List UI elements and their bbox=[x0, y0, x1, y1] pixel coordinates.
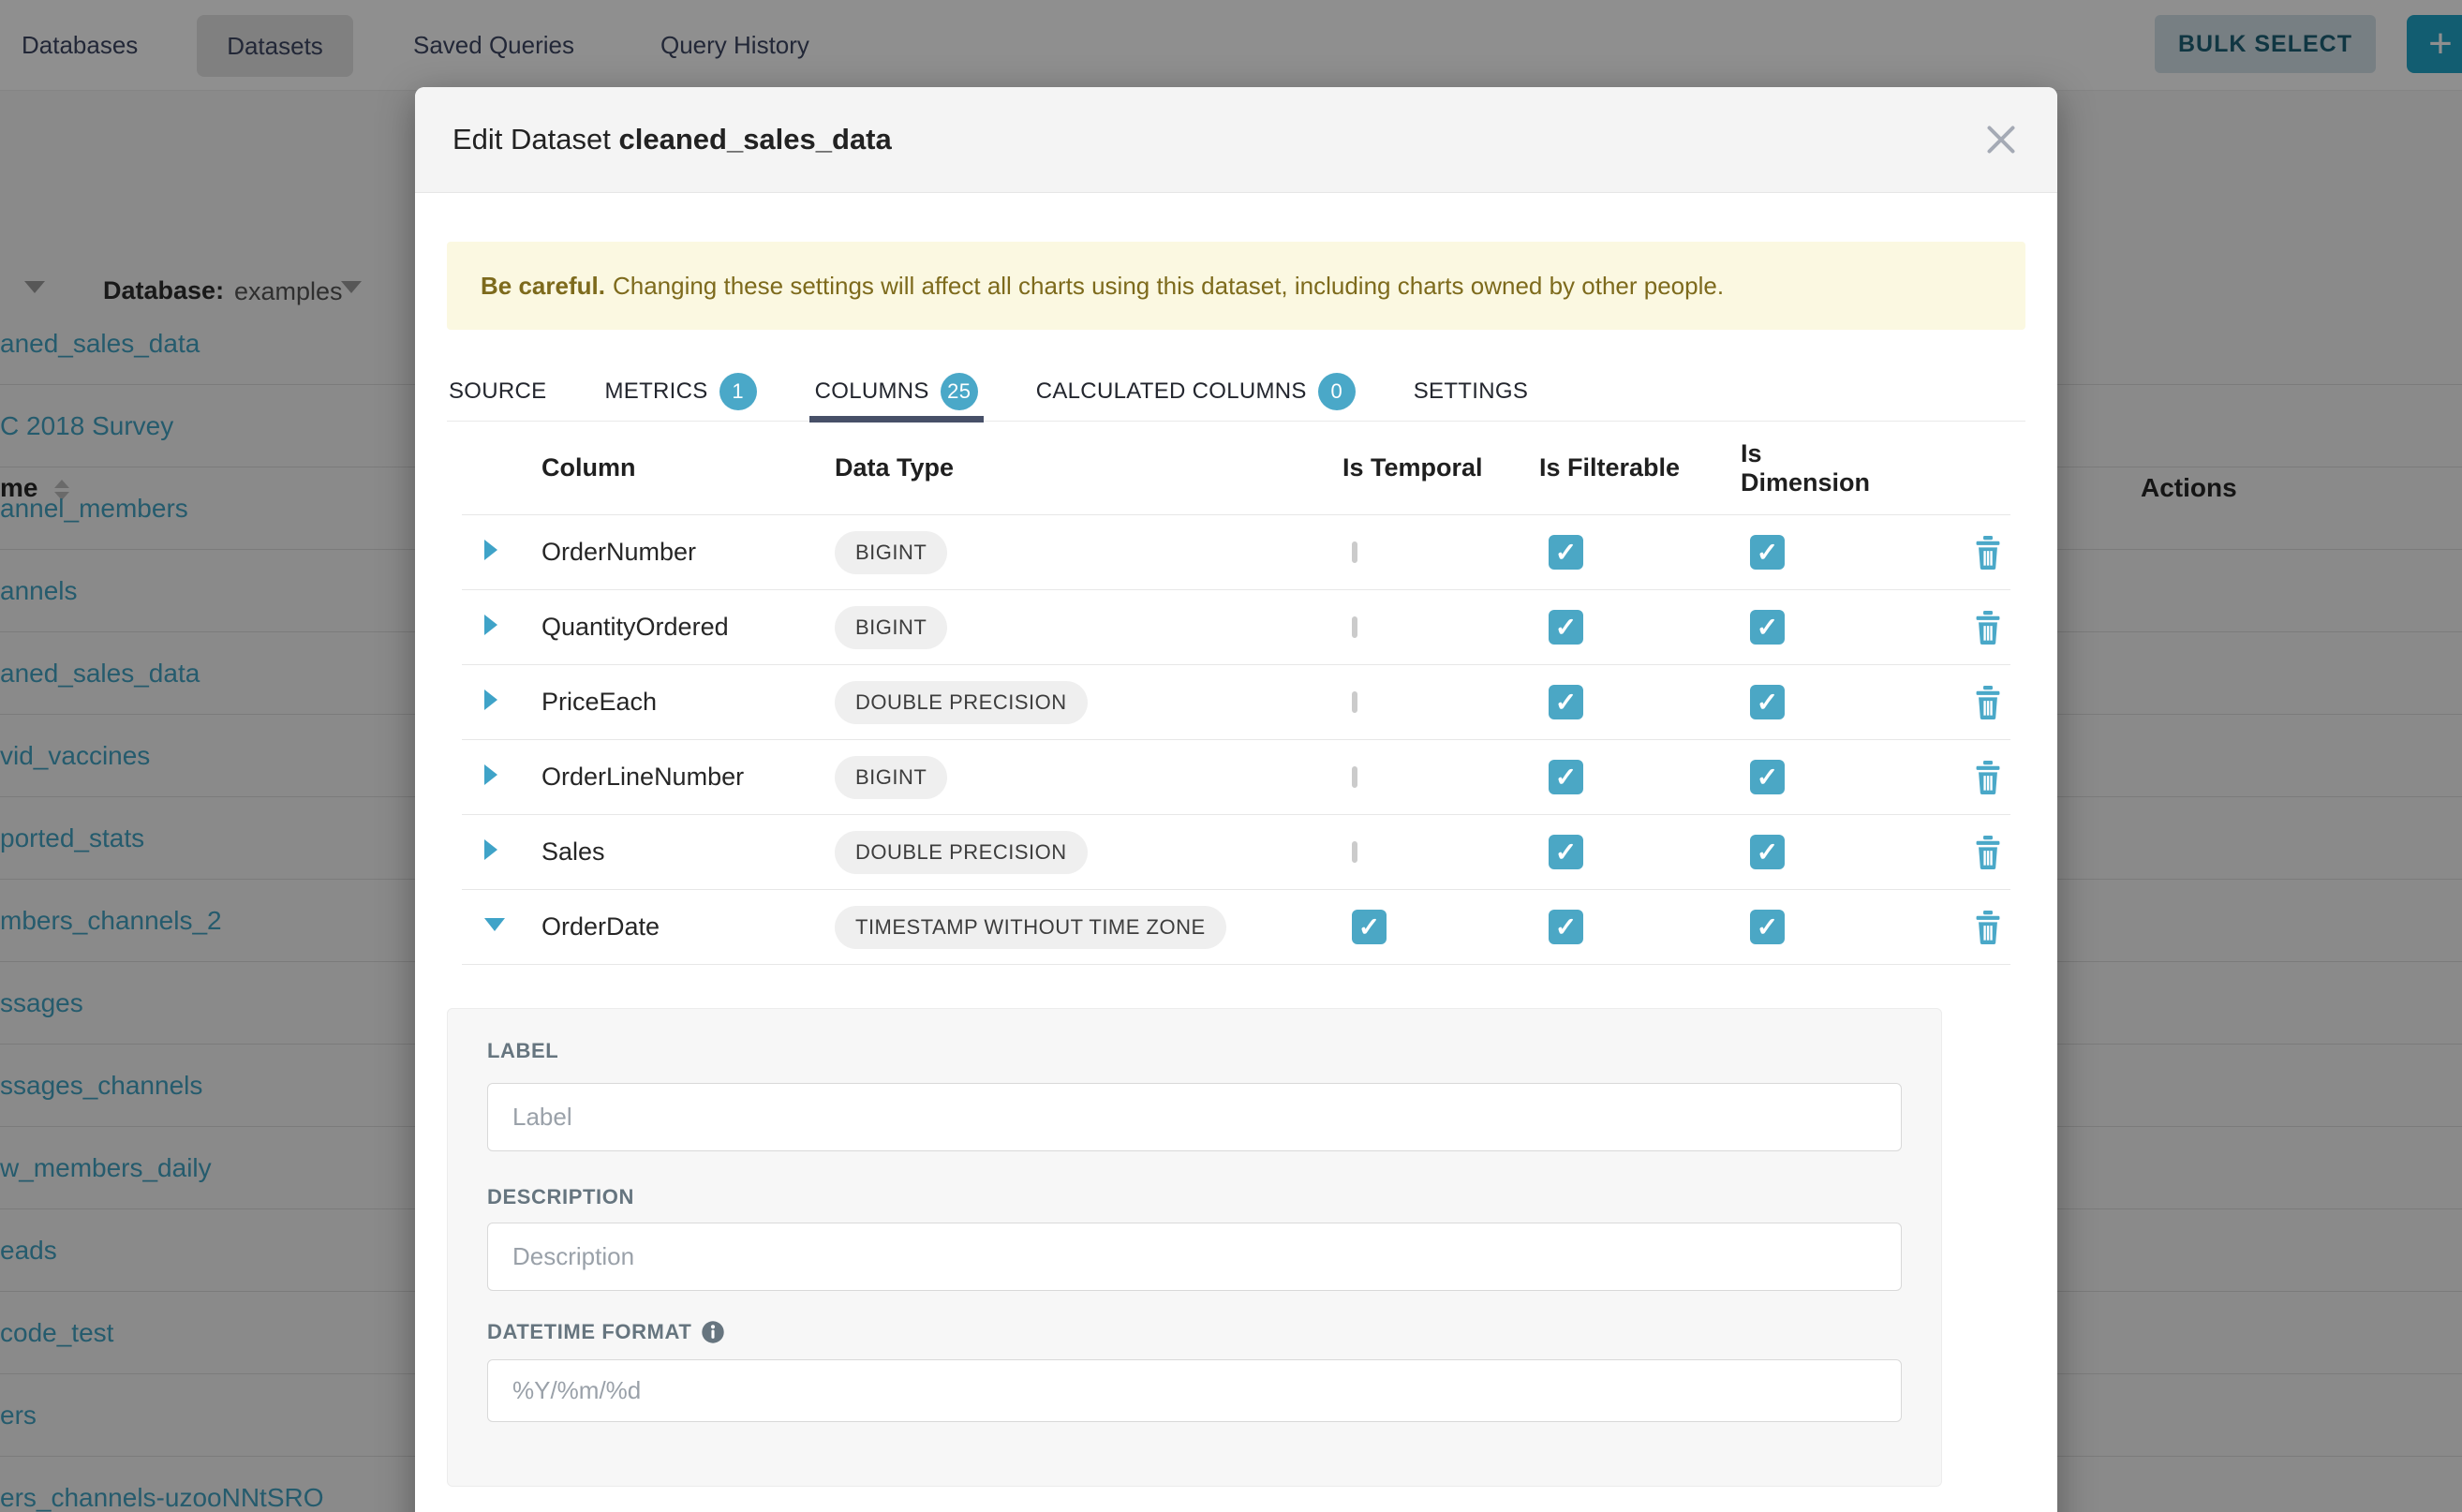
tab-columns[interactable]: COLUMNS 25 bbox=[813, 356, 980, 421]
info-icon[interactable] bbox=[701, 1320, 725, 1344]
is-dimension-checkbox[interactable]: ✓ bbox=[1750, 910, 1785, 944]
is-dimension-checkbox[interactable]: ✓ bbox=[1750, 535, 1785, 570]
delete-icon[interactable] bbox=[1974, 911, 2002, 944]
modal-title: Edit Dataset cleaned_sales_data bbox=[452, 123, 892, 156]
is-filterable-checkbox[interactable]: ✓ bbox=[1549, 610, 1583, 645]
expand-caret-icon[interactable] bbox=[484, 689, 497, 710]
tab-count-badge: 25 bbox=[941, 373, 978, 410]
column-row: OrderNumber BIGINT ✓ ✓ bbox=[462, 515, 2010, 590]
expand-caret-icon[interactable] bbox=[484, 764, 497, 785]
is-filterable-checkbox[interactable]: ✓ bbox=[1549, 760, 1583, 794]
is-dimension-header: Is Dimension bbox=[1694, 439, 1895, 497]
columns-table-header: Column Data Type Is Temporal Is Filterab… bbox=[462, 422, 2010, 515]
is-filterable-checkbox[interactable]: ✓ bbox=[1549, 835, 1583, 869]
is-filterable-checkbox[interactable]: ✓ bbox=[1549, 910, 1583, 944]
columns-table: Column Data Type Is Temporal Is Filterab… bbox=[462, 422, 2010, 965]
column-row: PriceEach DOUBLE PRECISION ✓ ✓ bbox=[462, 665, 2010, 740]
data-type-pill: DOUBLE PRECISION bbox=[835, 831, 1088, 874]
is-filterable-header: Is Filterable bbox=[1492, 453, 1694, 482]
column-row: OrderLineNumber BIGINT ✓ ✓ bbox=[462, 740, 2010, 815]
modal-header: Edit Dataset cleaned_sales_data bbox=[415, 87, 2057, 193]
tab-settings[interactable]: SETTINGS bbox=[1412, 356, 1530, 421]
is-dimension-checkbox[interactable]: ✓ bbox=[1750, 685, 1785, 719]
column-name: QuantityOrdered bbox=[523, 613, 827, 642]
data-type-pill: BIGINT bbox=[835, 606, 947, 649]
is-filterable-checkbox[interactable]: ✓ bbox=[1549, 535, 1583, 570]
delete-icon[interactable] bbox=[1974, 536, 2002, 570]
description-field-label: DESCRIPTION bbox=[487, 1185, 634, 1209]
is-dimension-checkbox[interactable]: ✓ bbox=[1750, 760, 1785, 794]
is-temporal-checkbox[interactable] bbox=[1352, 616, 1357, 638]
data-type-pill: BIGINT bbox=[835, 531, 947, 574]
column-header: Column bbox=[523, 453, 827, 482]
tab-calculated-columns[interactable]: CALCULATED COLUMNS 0 bbox=[1034, 356, 1357, 421]
app-screen: Databases Datasets Saved Queries Query H… bbox=[0, 0, 2462, 1512]
column-name: OrderLineNumber bbox=[523, 763, 827, 792]
is-temporal-checkbox[interactable] bbox=[1352, 766, 1357, 788]
tab-metrics[interactable]: METRICS 1 bbox=[602, 356, 758, 421]
column-row: Sales DOUBLE PRECISION ✓ ✓ bbox=[462, 815, 2010, 890]
is-temporal-header: Is Temporal bbox=[1296, 453, 1492, 482]
tab-count-badge: 0 bbox=[1318, 373, 1356, 410]
is-temporal-checkbox[interactable] bbox=[1352, 841, 1357, 863]
expand-caret-icon[interactable] bbox=[484, 918, 505, 931]
is-dimension-checkbox[interactable]: ✓ bbox=[1750, 610, 1785, 645]
modal-body: Be careful. Changing these settings will … bbox=[415, 242, 2057, 1487]
warning-bold: Be careful. bbox=[481, 272, 605, 300]
data-type-pill: DOUBLE PRECISION bbox=[835, 681, 1088, 724]
tab-count-badge: 1 bbox=[719, 373, 757, 410]
data-type-pill: TIMESTAMP WITHOUT TIME ZONE bbox=[835, 906, 1226, 949]
column-name: OrderDate bbox=[523, 912, 827, 941]
delete-icon[interactable] bbox=[1974, 761, 2002, 794]
datetime-format-field-label: DATETIME FORMAT bbox=[487, 1320, 725, 1344]
is-filterable-checkbox[interactable]: ✓ bbox=[1549, 685, 1583, 719]
data-type-header: Data Type bbox=[827, 453, 1296, 482]
column-name: Sales bbox=[523, 838, 827, 867]
column-row: QuantityOrdered BIGINT ✓ ✓ bbox=[462, 590, 2010, 665]
description-input[interactable] bbox=[487, 1223, 1902, 1291]
tab-source[interactable]: SOURCE bbox=[447, 356, 548, 421]
edit-dataset-modal: Edit Dataset cleaned_sales_data Be caref… bbox=[415, 87, 2057, 1512]
close-icon bbox=[1987, 126, 2015, 154]
column-name: OrderNumber bbox=[523, 538, 827, 567]
delete-icon[interactable] bbox=[1974, 836, 2002, 869]
is-temporal-checkbox[interactable]: ✓ bbox=[1352, 910, 1387, 944]
label-field-label: LABEL bbox=[487, 1039, 558, 1063]
is-temporal-checkbox[interactable] bbox=[1352, 691, 1357, 713]
expand-caret-icon[interactable] bbox=[484, 839, 497, 860]
warning-banner: Be careful. Changing these settings will … bbox=[447, 242, 2025, 330]
data-type-pill: BIGINT bbox=[835, 756, 947, 799]
column-name: PriceEach bbox=[523, 688, 827, 717]
expand-caret-icon[interactable] bbox=[484, 540, 497, 560]
label-input[interactable] bbox=[487, 1083, 1902, 1151]
delete-icon[interactable] bbox=[1974, 686, 2002, 719]
datetime-format-input[interactable] bbox=[487, 1359, 1902, 1422]
expand-caret-icon[interactable] bbox=[484, 615, 497, 635]
close-button[interactable] bbox=[1982, 121, 2020, 158]
dataset-name: cleaned_sales_data bbox=[619, 123, 892, 156]
is-dimension-checkbox[interactable]: ✓ bbox=[1750, 835, 1785, 869]
delete-icon[interactable] bbox=[1974, 611, 2002, 645]
modal-tabs: SOURCE METRICS 1 COLUMNS 25 CALCULATED C… bbox=[447, 356, 2025, 422]
is-temporal-checkbox[interactable] bbox=[1352, 541, 1357, 563]
column-row: OrderDate TIMESTAMP WITHOUT TIME ZONE ✓ … bbox=[462, 890, 2010, 965]
warning-text: Changing these settings will affect all … bbox=[613, 272, 1724, 300]
column-editor-panel: LABEL DESCRIPTION DATETIME FORMAT bbox=[447, 1008, 1942, 1487]
